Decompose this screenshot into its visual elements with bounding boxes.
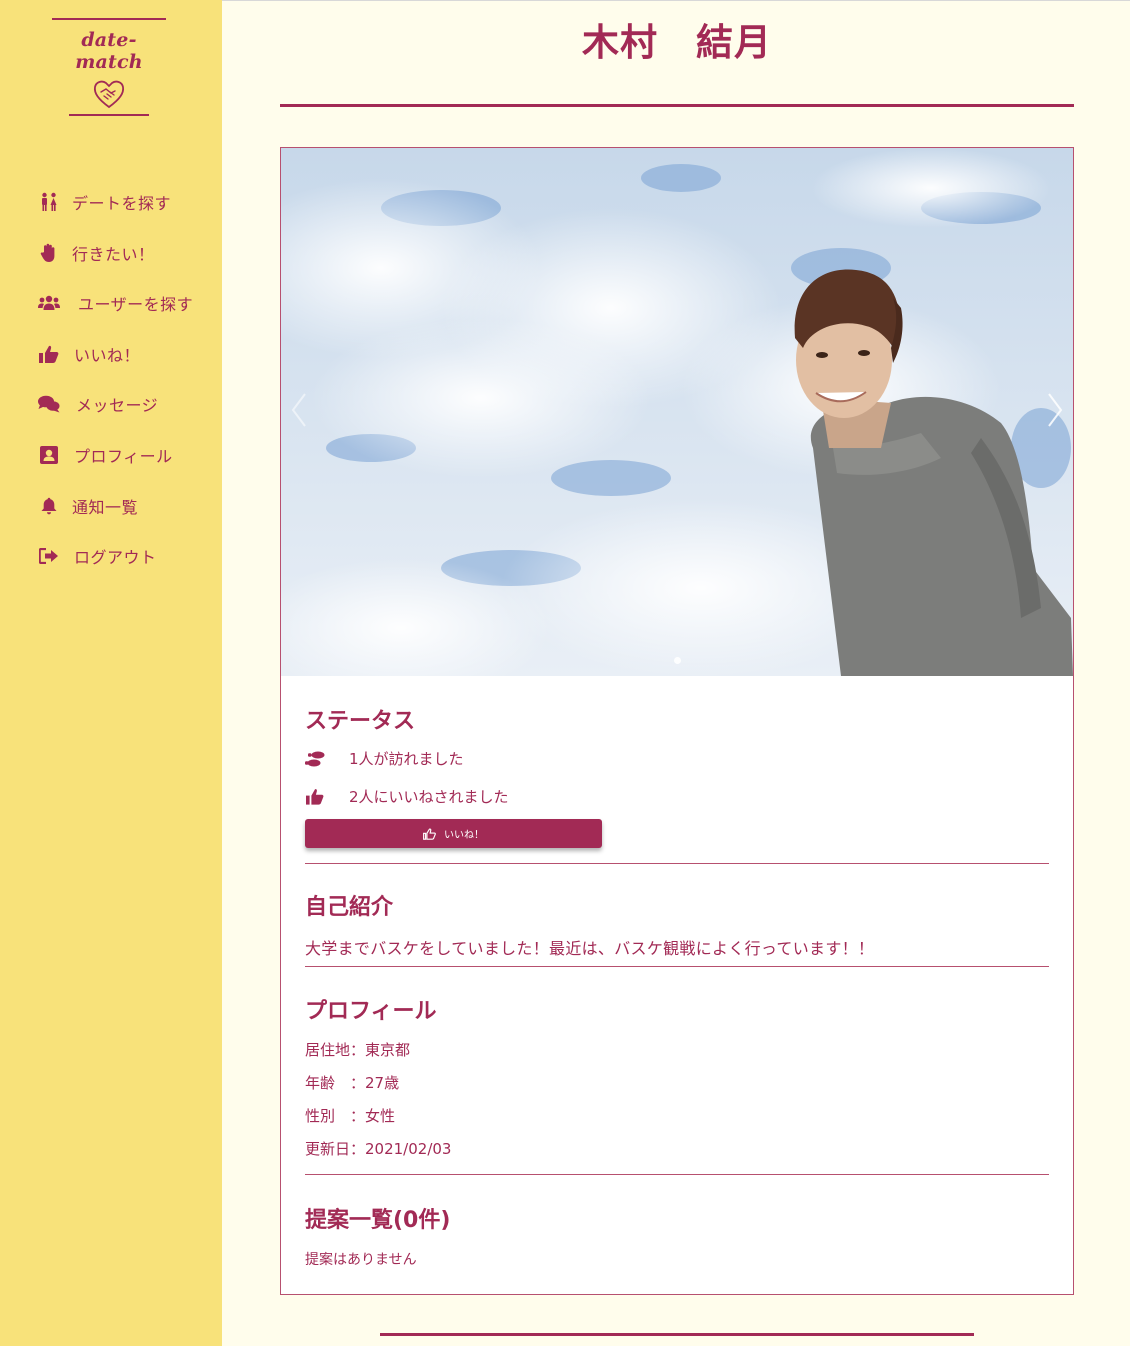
sidebar-item-label: ログアウト <box>74 548 157 568</box>
details-heading: プロフィール <box>305 999 437 1024</box>
sidebar-item-likes[interactable]: いいね！ <box>38 340 193 368</box>
sidebar-item-find-dates[interactable]: デートを探す <box>38 188 193 216</box>
proposals-empty-text: 提案はありません <box>305 1252 417 1268</box>
sign-out-icon <box>38 545 60 567</box>
raised-hand-icon <box>38 242 60 264</box>
section-divider <box>305 863 1049 864</box>
brand-name: date-match <box>75 29 143 73</box>
chat-bubbles-icon <box>38 393 60 415</box>
title-divider <box>280 104 1074 107</box>
logo-top-rule <box>52 18 166 20</box>
gender-field: 性別 ：女性 <box>305 1107 396 1125</box>
sidebar-item-logout[interactable]: ログアウト <box>38 542 193 570</box>
profile-card: ステータス 1人が訪れました 2人にいいねされました いいね！ 自己紹介 大学ま… <box>280 147 1074 1295</box>
likes-text: 2人にいいねされました <box>349 788 509 806</box>
sidebar-item-profile[interactable]: プロフィール <box>38 441 193 469</box>
thumbs-up-icon <box>305 787 325 807</box>
sidebar-item-label: 通知一覧 <box>72 497 139 517</box>
logo-bottom-rule <box>69 114 149 116</box>
sidebar-item-label: メッセージ <box>76 396 159 416</box>
sidebar: date-match デートを探す 行きたい！ ユーザーを探す いいね！ メッセ… <box>0 0 222 1346</box>
sidebar-item-label: いいね！ <box>74 345 141 365</box>
visits-text: 1人が訪れました <box>349 750 464 768</box>
proposals-heading: 提案一覧(0件) <box>305 1208 451 1233</box>
footprints-icon <box>305 749 325 769</box>
sidebar-item-find-users[interactable]: ユーザーを探す <box>38 289 193 317</box>
sidebar-item-notifications[interactable]: 通知一覧 <box>38 492 193 520</box>
like-button[interactable]: いいね！ <box>305 819 602 848</box>
like-button-label: いいね！ <box>444 830 484 841</box>
updated-field: 更新日：2021/02/03 <box>305 1140 452 1158</box>
age-field: 年齢 ：27歳 <box>305 1074 400 1092</box>
carousel-indicator[interactable] <box>674 657 681 664</box>
profile-card-icon <box>38 444 60 466</box>
section-divider <box>305 966 1049 967</box>
section-divider <box>305 1174 1049 1175</box>
sidebar-item-want-to-go[interactable]: 行きたい！ <box>38 239 193 267</box>
carousel-next-icon[interactable] <box>1045 390 1065 430</box>
intro-heading: 自己紹介 <box>305 895 394 920</box>
intro-text: 大学までバスケをしていました！最近は、バスケ観戦によく行っています！！ <box>305 939 875 958</box>
heart-handshake-icon <box>93 80 125 109</box>
sidebar-item-label: ユーザーを探す <box>78 295 194 315</box>
residence-field: 居住地：東京都 <box>305 1041 411 1059</box>
sidebar-item-label: デートを探す <box>72 194 172 213</box>
thumbs-up-outline-icon <box>423 827 436 840</box>
profile-photo <box>281 148 1073 676</box>
couple-icon <box>38 191 60 213</box>
likes-stat: 2人にいいねされました <box>305 786 509 807</box>
carousel-prev-icon[interactable] <box>289 390 309 430</box>
sidebar-nav: デートを探す 行きたい！ ユーザーを探す いいね！ メッセージ プロフィール 通… <box>38 188 193 593</box>
users-icon <box>38 292 60 314</box>
status-heading: ステータス <box>305 709 416 734</box>
thumbs-up-icon <box>38 343 60 365</box>
logo[interactable]: date-match <box>52 18 166 116</box>
sidebar-item-label: 行きたい！ <box>72 244 155 264</box>
profile-photo-carousel[interactable] <box>281 148 1073 676</box>
sidebar-item-label: プロフィール <box>74 446 173 466</box>
sidebar-item-messages[interactable]: メッセージ <box>38 390 193 418</box>
page-title: 木村 結月 <box>582 21 772 64</box>
visits-stat: 1人が訪れました <box>305 748 464 769</box>
footer-divider <box>380 1333 974 1336</box>
bell-icon <box>38 495 60 517</box>
